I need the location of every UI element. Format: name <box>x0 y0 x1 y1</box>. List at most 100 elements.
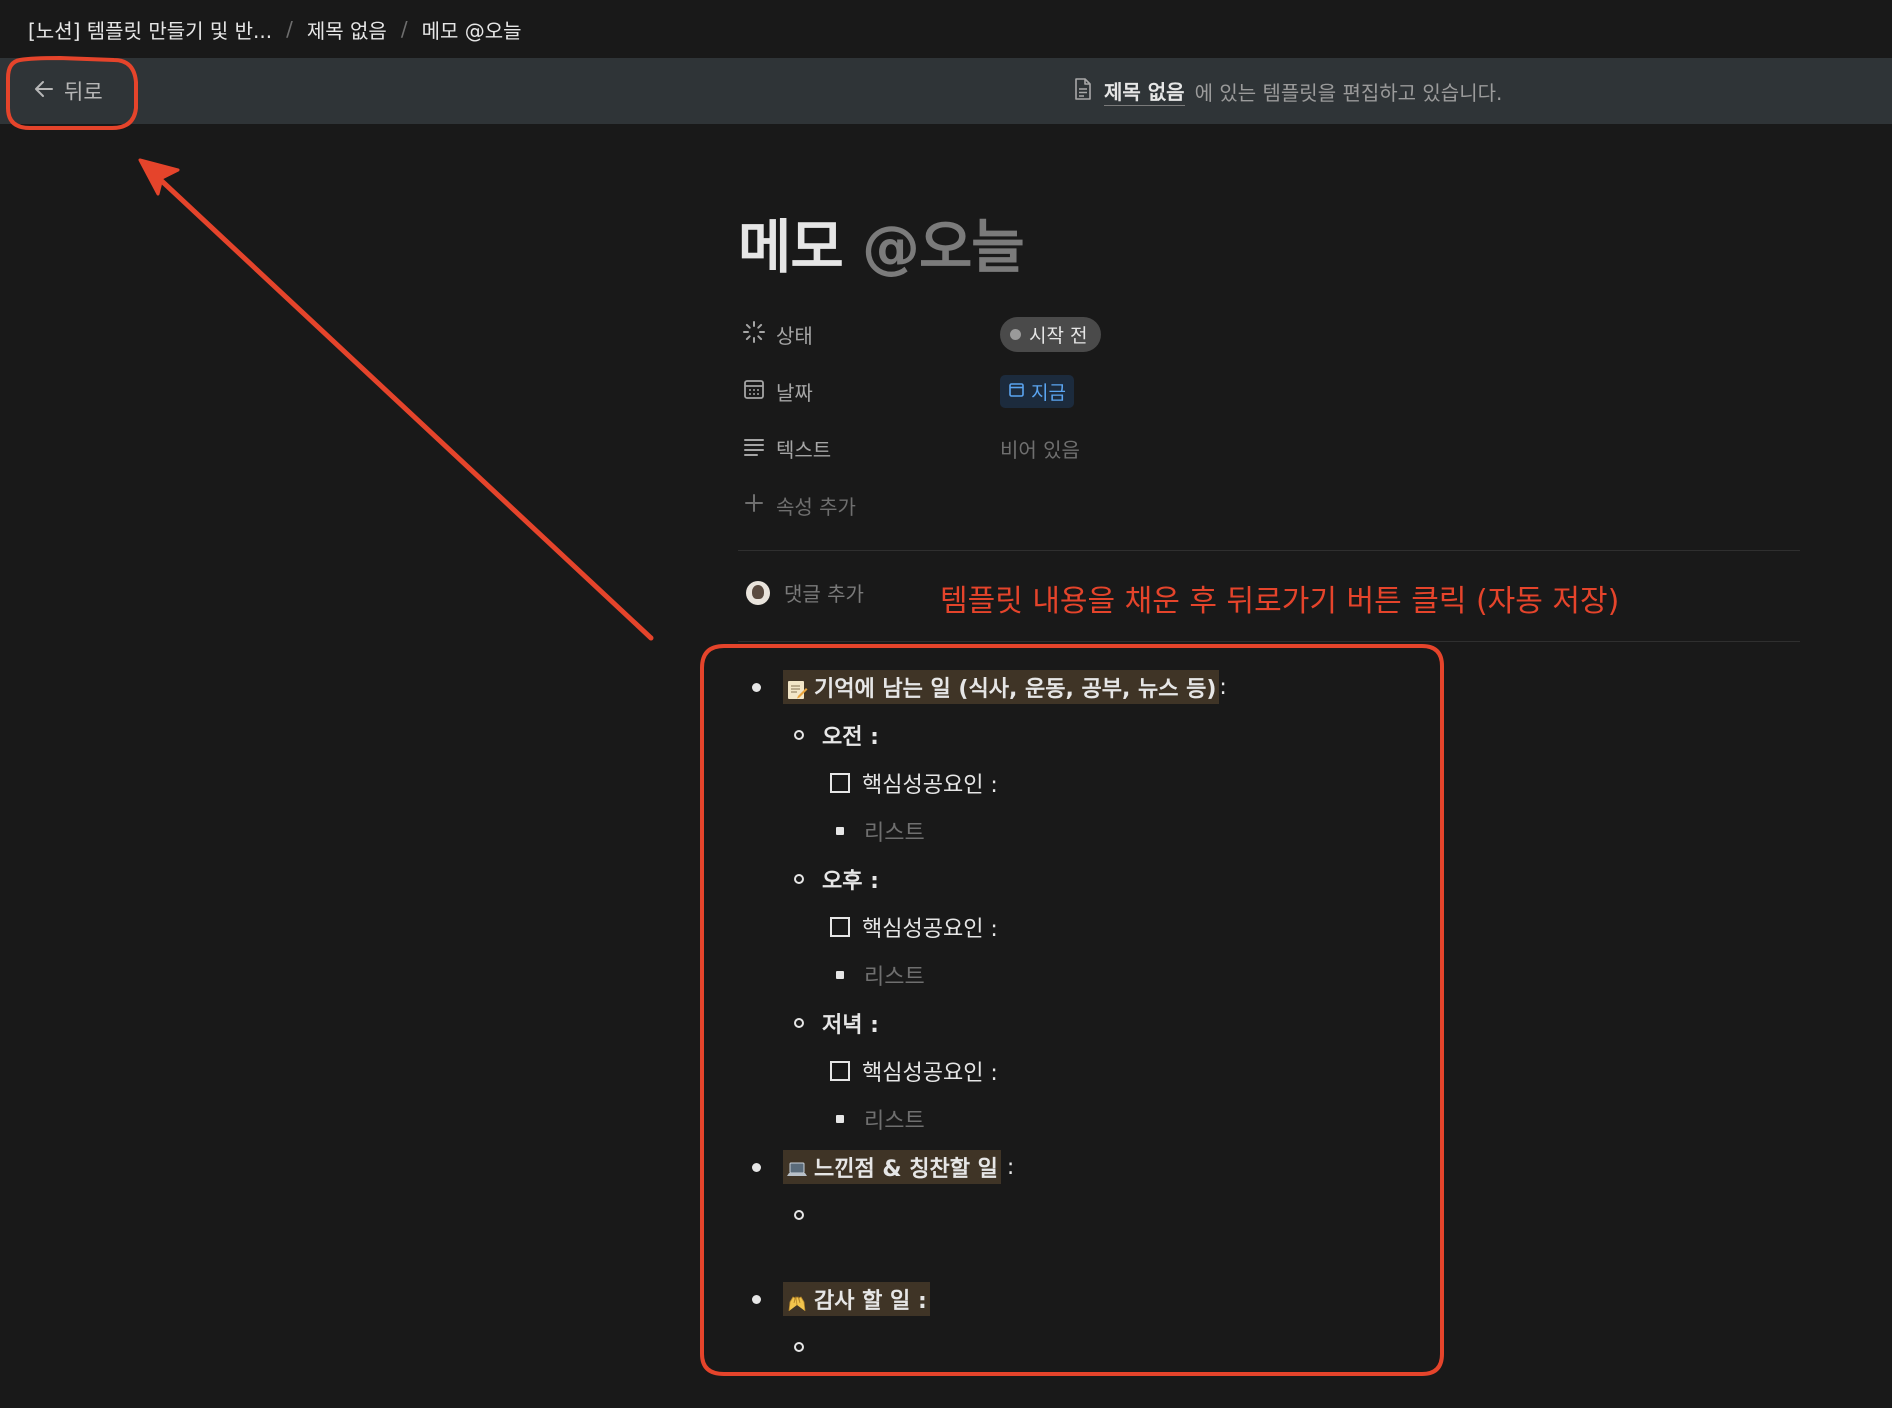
bullet-icon <box>836 827 844 835</box>
annotation-arrowhead <box>138 158 180 196</box>
property-name-text[interactable]: 텍스트 <box>742 434 1000 463</box>
todo-label: 핵심성공요인 : <box>862 1061 998 1086</box>
list-item[interactable]: 리스트 <box>836 952 925 998</box>
add-property: 속성 추가 <box>742 491 1000 520</box>
list-placeholder: 리스트 <box>864 1109 925 1134</box>
annotation-instruction-text: 템플릿 내용을 채운 후 뒤로가기 버튼 클릭 (자동 저장) <box>940 584 1620 619</box>
template-edit-banner: 뒤로 제목 없음 에 있는 템플릿을 편집하고 있습니다. <box>0 58 1892 124</box>
bullet-icon <box>794 1342 804 1352</box>
memory-heading: 기억에 남는 일 (식사, 운동, 공부, 뉴스 등) <box>814 677 1217 702</box>
comment-input[interactable]: 댓글 추가 <box>746 578 864 607</box>
memory-suffix: : <box>1219 674 1227 700</box>
todo-checkbox[interactable] <box>830 1061 850 1081</box>
memo-icon <box>786 679 808 701</box>
breadcrumb-item-workspace[interactable]: [노션] 템플릿 만들기 및 반... <box>28 15 272 44</box>
list-item[interactable]: 리스트 <box>836 1096 925 1142</box>
highlighted-text: 느낀점 & 칭찬할 일 <box>783 1150 1001 1184</box>
annotation-arrow <box>147 167 654 641</box>
list-placeholder: 리스트 <box>864 965 925 990</box>
status-icon <box>742 320 766 349</box>
app-window: [노션] 템플릿 만들기 및 반... / 제목 없음 / 메모 @오늘 뒤로 … <box>0 0 1892 1408</box>
list-item[interactable]: 리스트 <box>836 808 925 854</box>
todo-label: 핵심성공요인 : <box>862 773 998 798</box>
property-value-date[interactable]: 지금 <box>1000 375 1074 408</box>
morning-label: 오전 : <box>822 725 879 750</box>
evening-label: 저녁 : <box>822 1013 879 1038</box>
page-icon <box>1072 77 1094 106</box>
calendar-icon <box>1008 381 1025 403</box>
status-label: 시작 전 <box>1029 325 1088 347</box>
list-item[interactable]: 기억에 남는 일 (식사, 운동, 공부, 뉴스 등) : <box>752 664 1227 710</box>
bullet-icon <box>794 874 804 884</box>
text-lines-icon <box>742 434 766 463</box>
add-property-label: 속성 추가 <box>776 495 856 519</box>
template-parent-page-link[interactable]: 제목 없음 <box>1104 76 1185 106</box>
page-title-text: 메모 <box>738 213 844 281</box>
list-item[interactable] <box>794 1192 804 1238</box>
list-item[interactable]: 저녁 : <box>794 1000 879 1046</box>
plus-icon <box>742 491 766 520</box>
bullet-icon <box>794 1210 804 1220</box>
todo-checkbox[interactable] <box>830 773 850 793</box>
property-name-status[interactable]: 상태 <box>742 320 1000 349</box>
divider <box>738 550 1800 551</box>
page-title[interactable]: 메모 @오늘 <box>738 200 1025 284</box>
bullet-icon <box>794 730 804 740</box>
status-dot-icon <box>1010 329 1021 340</box>
back-button[interactable]: 뒤로 <box>26 72 109 110</box>
breadcrumb-item-untitled[interactable]: 제목 없음 <box>307 15 387 44</box>
list-placeholder: 리스트 <box>864 821 925 846</box>
feelings-suffix: : <box>1006 1154 1015 1180</box>
list-item[interactable]: 감사 할 일 : <box>752 1276 930 1322</box>
back-button-label: 뒤로 <box>64 80 103 104</box>
bullet-icon <box>752 682 761 692</box>
breadcrumb-separator: / <box>400 17 408 41</box>
list-item[interactable]: 오전 : <box>794 712 879 758</box>
raised-hands-icon <box>786 1291 808 1313</box>
afternoon-label: 오후 : <box>822 869 879 894</box>
list-item[interactable]: 오후 : <box>794 856 879 902</box>
thanks-heading: 감사 할 일 : <box>814 1289 927 1314</box>
bullet-icon <box>836 971 844 979</box>
highlighted-text: 감사 할 일 : <box>783 1282 930 1316</box>
divider <box>738 641 1800 642</box>
list-item[interactable] <box>794 1324 804 1370</box>
bullet-icon <box>794 1018 804 1028</box>
bullet-icon <box>752 1294 761 1304</box>
template-edit-text: 에 있는 템플릿을 편집하고 있습니다. <box>1194 80 1503 105</box>
comment-placeholder: 댓글 추가 <box>784 582 864 606</box>
add-property-button[interactable]: 속성 추가 <box>742 477 1802 534</box>
property-label: 텍스트 <box>776 438 832 462</box>
property-row-status: 상태 시작 전 <box>742 306 1802 363</box>
todo-label: 핵심성공요인 : <box>862 917 998 942</box>
feelings-heading: 느낀점 & 칭찬할 일 <box>814 1157 998 1182</box>
todo-checkbox[interactable] <box>830 917 850 937</box>
date-mention[interactable]: @오늘 <box>862 213 1025 281</box>
properties-panel: 상태 시작 전 날짜 지금 텍스트 비어 있음 속성 추가 <box>742 306 1802 534</box>
calendar-icon <box>742 377 766 406</box>
avatar <box>746 580 770 605</box>
date-label: 지금 <box>1031 382 1066 404</box>
bullet-icon <box>836 1115 844 1123</box>
breadcrumb-separator: / <box>286 17 293 41</box>
property-name-date[interactable]: 날짜 <box>742 377 1000 406</box>
breadcrumb: [노션] 템플릿 만들기 및 반... / 제목 없음 / 메모 @오늘 <box>0 0 1892 58</box>
property-label: 상태 <box>776 324 813 348</box>
arrow-left-icon <box>32 77 56 106</box>
property-row-text: 텍스트 비어 있음 <box>742 420 1802 477</box>
date-chip[interactable]: 지금 <box>1000 375 1074 408</box>
property-label: 날짜 <box>776 381 813 405</box>
status-badge[interactable]: 시작 전 <box>1000 317 1102 352</box>
property-value-status[interactable]: 시작 전 <box>1000 317 1102 352</box>
laptop-icon <box>786 1159 808 1181</box>
property-value-text[interactable]: 비어 있음 <box>1000 434 1080 463</box>
property-row-date: 날짜 지금 <box>742 363 1802 420</box>
todo-item[interactable]: 핵심성공요인 : <box>830 760 998 806</box>
breadcrumb-item-memo[interactable]: 메모 @오늘 <box>422 15 522 44</box>
template-edit-message: 제목 없음 에 있는 템플릿을 편집하고 있습니다. <box>1072 58 1502 124</box>
bullet-icon <box>752 1162 761 1172</box>
list-item[interactable]: 느낀점 & 칭찬할 일 : <box>752 1144 1014 1190</box>
highlighted-text: 기억에 남는 일 (식사, 운동, 공부, 뉴스 등) <box>783 670 1220 704</box>
todo-item[interactable]: 핵심성공요인 : <box>830 1048 998 1094</box>
todo-item[interactable]: 핵심성공요인 : <box>830 904 998 950</box>
